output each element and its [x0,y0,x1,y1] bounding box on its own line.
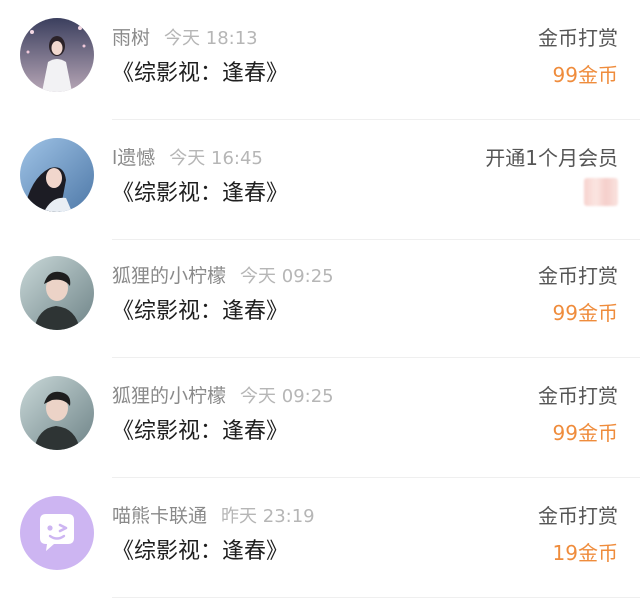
record-row[interactable]: 狐狸的小柠檬 今天 09:25 《综影视：逢春》 金币打赏 99金币 [0,358,640,478]
username[interactable]: 雨树 [112,27,150,49]
user-avatar[interactable] [20,256,94,330]
record-meta: 狐狸的小柠檬 今天 09:25 [112,384,334,409]
book-title[interactable]: 《综影视：逢春》 [112,298,288,326]
timestamp: 今天 16:45 [169,148,263,169]
record-meta: 雨树 今天 18:13 [112,26,258,51]
default-chat-bubble-avatar-icon [20,496,94,570]
obscured-amount [584,178,618,206]
user-avatar-photo-icon [20,256,94,330]
record-meta: l遗憾 今天 16:45 [112,146,263,171]
reward-amount: 99金币 [552,301,618,325]
username[interactable]: 喵熊卡联通 [112,505,207,527]
reward-amount: 99金币 [552,63,618,87]
user-avatar[interactable] [20,376,94,450]
book-title[interactable]: 《综影视：逢春》 [112,538,288,566]
reward-amount: 19金币 [552,541,618,565]
timestamp: 今天 09:25 [240,266,334,287]
timestamp: 今天 09:25 [240,386,334,407]
user-avatar[interactable] [20,496,94,570]
record-meta: 狐狸的小柠檬 今天 09:25 [112,264,334,289]
row-divider [112,597,640,598]
reward-type: 金币打赏 [538,384,618,408]
user-avatar-photo-icon [20,18,94,92]
record-row[interactable]: l遗憾 今天 16:45 《综影视：逢春》 开通1个月会员 [0,120,640,240]
reward-record-list: 雨树 今天 18:13 《综影视：逢春》 金币打赏 99金币 l遗憾 今天 16… [0,0,640,602]
reward-amount: 99金币 [552,421,618,445]
reward-type: 金币打赏 [538,26,618,50]
username[interactable]: l遗憾 [112,147,155,169]
timestamp: 昨天 23:19 [221,506,315,527]
user-avatar-photo-icon [20,376,94,450]
record-row[interactable]: 狐狸的小柠檬 今天 09:25 《综影视：逢春》 金币打赏 99金币 [0,238,640,358]
book-title[interactable]: 《综影视：逢春》 [112,180,288,208]
reward-type: 金币打赏 [538,504,618,528]
record-meta: 喵熊卡联通 昨天 23:19 [112,504,315,529]
reward-type: 金币打赏 [538,264,618,288]
username[interactable]: 狐狸的小柠檬 [112,265,226,287]
book-title[interactable]: 《综影视：逢春》 [112,60,288,88]
user-avatar[interactable] [20,138,94,212]
timestamp: 今天 18:13 [164,28,258,49]
reward-type: 开通1个月会员 [485,146,618,170]
record-row[interactable]: 喵熊卡联通 昨天 23:19 《综影视：逢春》 金币打赏 19金币 [0,478,640,598]
book-title[interactable]: 《综影视：逢春》 [112,418,288,446]
user-avatar[interactable] [20,18,94,92]
user-avatar-photo-icon [20,138,94,212]
record-row[interactable]: 雨树 今天 18:13 《综影视：逢春》 金币打赏 99金币 [0,0,640,120]
username[interactable]: 狐狸的小柠檬 [112,385,226,407]
